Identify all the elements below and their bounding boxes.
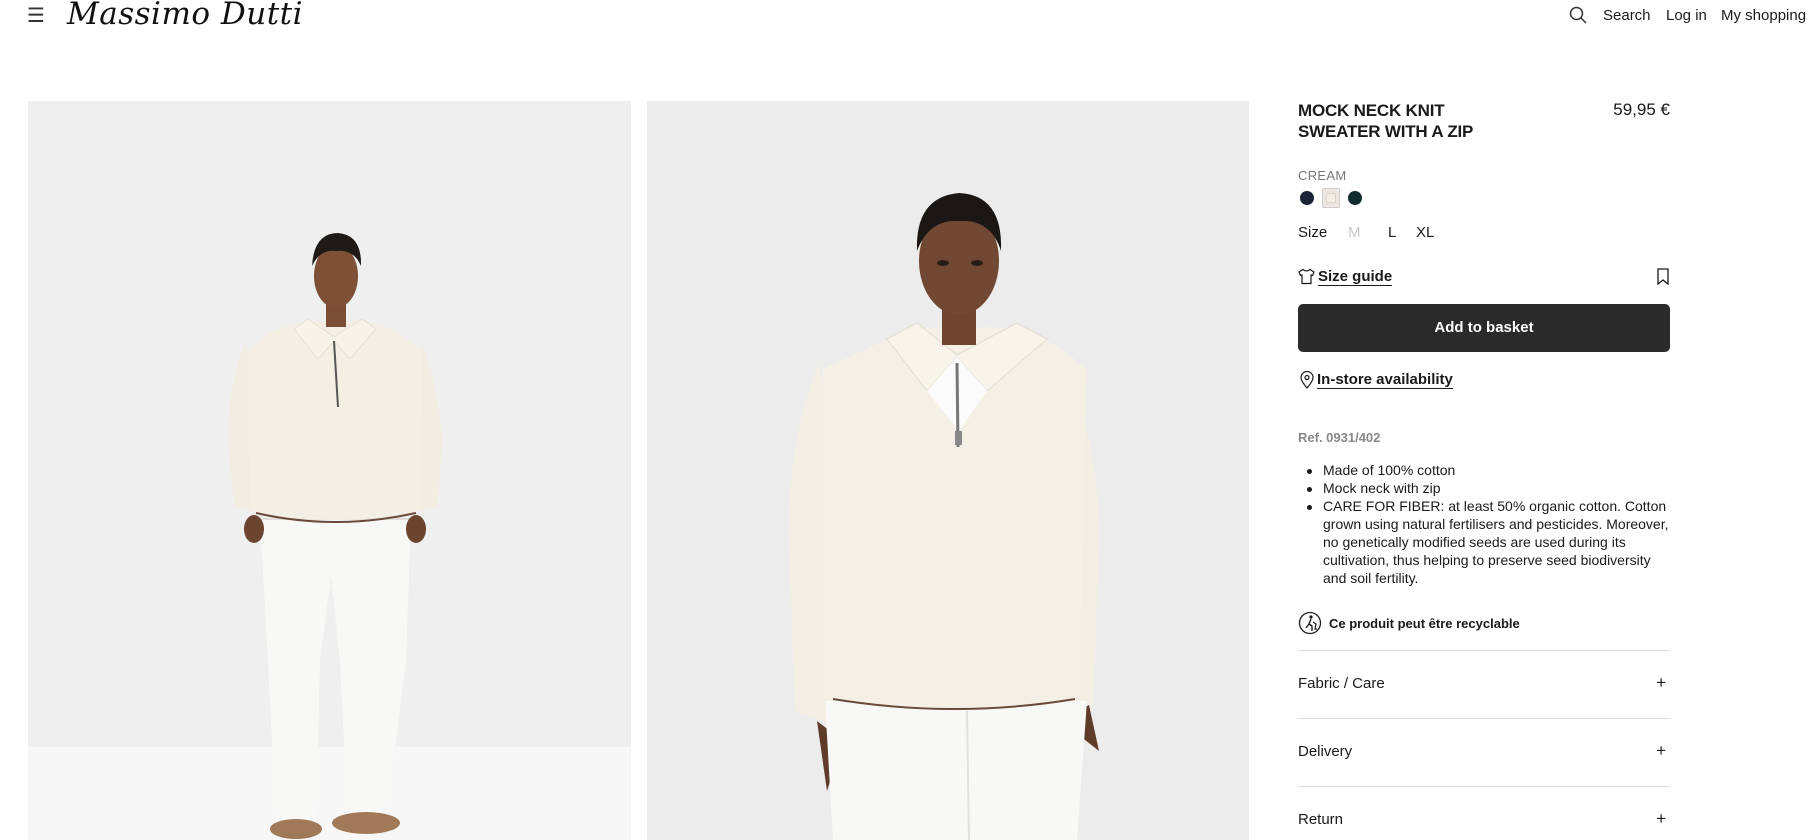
product-price: 59,95 € (1613, 100, 1670, 119)
size-option-m[interactable]: M (1348, 224, 1361, 241)
plus-icon[interactable]: + (1656, 674, 1666, 692)
accordion-label: Fabric / Care (1298, 675, 1385, 692)
recyclable-label: Ce produit peut être recyclable (1329, 616, 1520, 631)
add-to-basket-button[interactable]: Add to basket (1298, 304, 1670, 352)
shopping-basket-link[interactable]: My shopping b (1721, 7, 1811, 24)
accordion-return[interactable]: Return + (1298, 786, 1670, 840)
accordion-fabric-care[interactable]: Fabric / Care + (1298, 650, 1670, 718)
product-image-closeup[interactable] (647, 101, 1249, 840)
product-reference: Ref. 0931/402 (1298, 430, 1381, 445)
accordion-label: Return (1298, 811, 1344, 828)
selected-color-label: CREAM (1298, 168, 1347, 183)
search-link[interactable]: Search (1603, 7, 1651, 24)
login-link[interactable]: Log in (1666, 7, 1707, 24)
bookmark-icon[interactable] (1656, 268, 1670, 285)
site-header: ☰ Massimo Dutti Search Log in My shoppin… (0, 0, 1811, 40)
product-features-list: Made of 100% cotton Mock neck with zip C… (1298, 461, 1670, 587)
product-title: MOCK NECK KNIT SWEATER WITH A ZIP (1298, 101, 1474, 141)
search-icon[interactable] (1569, 6, 1587, 24)
feature-item: Made of 100% cotton (1298, 461, 1670, 479)
color-swatch-green[interactable] (1348, 191, 1362, 205)
feature-item: CARE FOR FIBER: at least 50% organic cot… (1298, 497, 1670, 587)
feature-item: Mock neck with zip (1298, 479, 1670, 497)
size-option-xl[interactable]: XL (1416, 224, 1434, 241)
shirt-icon (1298, 268, 1315, 285)
product-image-full-body[interactable] (28, 101, 631, 840)
size-option-l[interactable]: L (1388, 224, 1396, 241)
size-selector: Size M L XL (1298, 224, 1670, 244)
menu-icon[interactable]: ☰ (27, 6, 45, 26)
plus-icon[interactable]: + (1656, 810, 1666, 828)
accordion-label: Delivery (1298, 743, 1353, 760)
plus-icon[interactable]: + (1656, 742, 1666, 760)
in-store-availability-label: In-store availability (1317, 371, 1453, 389)
swatch-cream-fill (1326, 193, 1336, 203)
color-swatch-cream[interactable] (1322, 188, 1340, 208)
location-pin-icon (1300, 371, 1314, 389)
color-swatch-navy[interactable] (1300, 191, 1314, 205)
accordion-delivery[interactable]: Delivery + (1298, 718, 1670, 786)
size-guide-label: Size guide (1318, 268, 1393, 286)
size-label: Size (1298, 224, 1328, 241)
brand-logo[interactable]: Massimo Dutti (67, 0, 303, 32)
recycle-icon (1298, 611, 1322, 635)
